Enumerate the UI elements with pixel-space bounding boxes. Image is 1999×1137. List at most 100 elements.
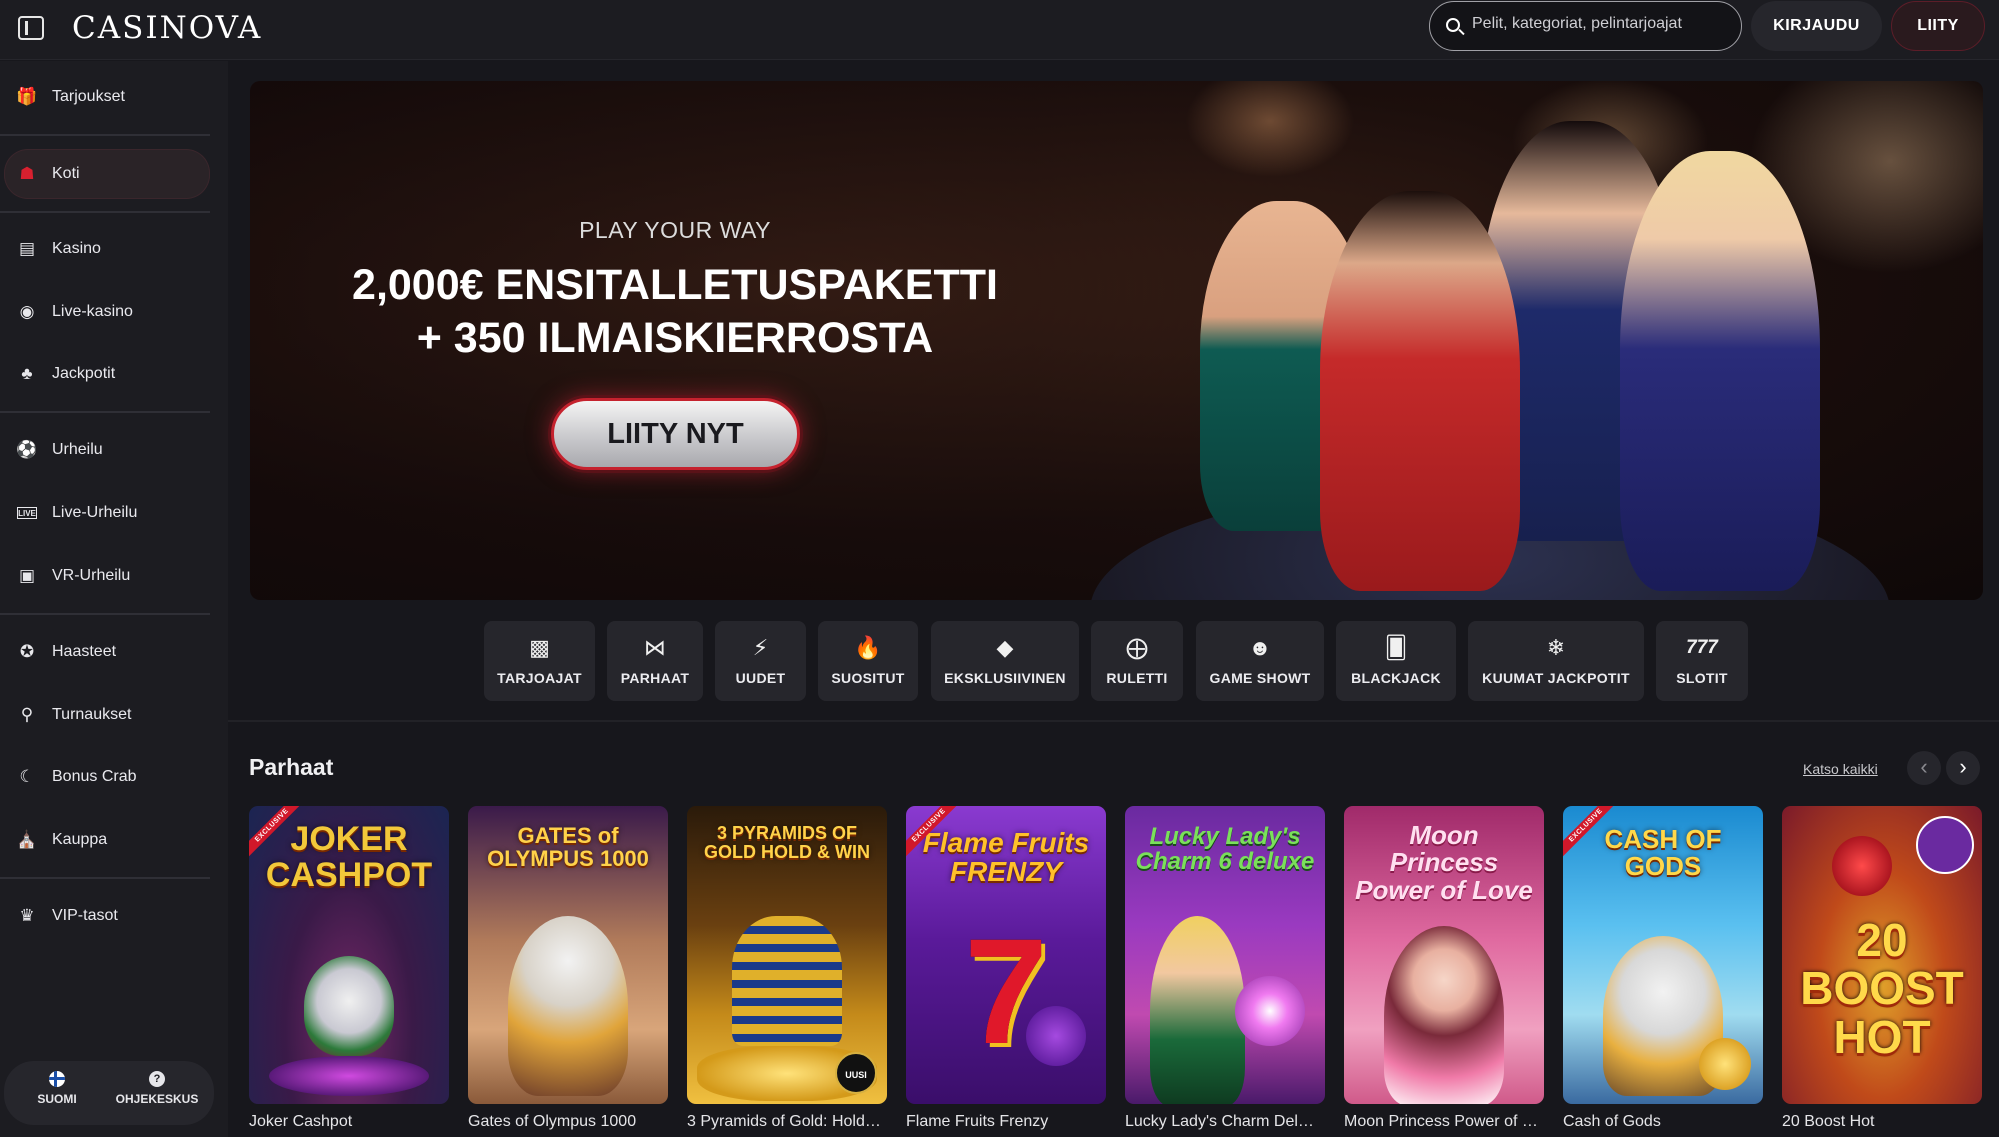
game-title[interactable]: Lucky Lady's Charm Del… (1125, 1113, 1325, 1131)
game-title[interactable]: Moon Princess Power of … (1344, 1113, 1544, 1131)
sidebar-toggle-icon[interactable] (18, 16, 44, 40)
game-tile-lucky-ladys-charm-deluxe[interactable]: Lucky Lady's Charm 6 deluxe (1125, 806, 1325, 1104)
game-logo: GATES of OLYMPUS 1000 (487, 823, 649, 872)
category-parhaat[interactable]: ⋈ PARHAAT (607, 621, 703, 701)
game-title[interactable]: 3 Pyramids of Gold: Hold… (687, 1113, 887, 1131)
game-tile-cash-of-gods[interactable]: CASH OF GODS EXCLUSIVE (1563, 806, 1763, 1104)
game-tile-3-pyramids-of-gold[interactable]: 3 PYRAMIDS OF GOLD HOLD & WIN UUSI (687, 806, 887, 1104)
sidebar-divider (0, 211, 210, 213)
game-tile-flame-fruits-frenzy[interactable]: Flame Fruits FRENZY 7 EXCLUSIVE (906, 806, 1106, 1104)
crab-claw-icon: ☾ (19, 767, 35, 786)
trophy-icon: ⚲ (20, 705, 34, 724)
carousel-next-button[interactable]: › (1946, 751, 1980, 785)
sidebar: 🎁 Tarjoukset ☗ Koti ▤ Kasino ◉ Live-kasi… (0, 61, 228, 1137)
game-tile-joker-cashpot[interactable]: JOKER CASHPOT EXCLUSIVE (249, 806, 449, 1104)
sidebar-divider (0, 613, 210, 615)
sidebar-item-bonus-crab[interactable]: ☾ Bonus Crab (0, 752, 212, 802)
search-input[interactable] (1472, 15, 1732, 33)
join-button[interactable]: LIITY (1891, 1, 1985, 51)
sidebar-item-live-kasino[interactable]: ◉ Live-kasino (0, 287, 212, 337)
bowtie-icon: ⋈ (644, 635, 666, 660)
category-label: BLACKJACK (1351, 670, 1441, 686)
sidebar-item-label: Koti (52, 165, 80, 182)
language-label: SUOMI (37, 1092, 77, 1106)
game-logo: Flame Fruits FRENZY (922, 827, 1090, 888)
live-tag-icon: LIVE (17, 507, 37, 519)
slot-machine-icon: ▤ (18, 239, 36, 258)
category-game-showt[interactable]: ☻ GAME SHOWT (1196, 621, 1324, 701)
category-ruletti[interactable]: ⨁ RULETTI (1091, 621, 1183, 701)
category-label: GAME SHOWT (1209, 670, 1311, 686)
help-label: OHJEKESKUS (115, 1092, 199, 1106)
cherries-illustration (1832, 836, 1892, 896)
carousel-prev-button[interactable]: ‹ (1907, 751, 1941, 785)
language-selector[interactable]: SUOMI (22, 1071, 92, 1106)
help-center-link[interactable]: ? OHJEKESKUS (112, 1071, 202, 1106)
sidebar-item-kauppa[interactable]: ⛪ Kauppa (0, 815, 212, 865)
search-box[interactable] (1429, 1, 1742, 51)
game-tile-20-boost-hot[interactable]: 20 BOOST HOT (1782, 806, 1982, 1104)
vr-icon: ▣ (18, 566, 36, 585)
sidebar-item-jackpotit[interactable]: ♣ Jackpotit (0, 349, 212, 399)
login-button[interactable]: KIRJAUDU (1751, 1, 1882, 51)
see-all-link[interactable]: Katso kaikki (1803, 761, 1878, 777)
category-slotit[interactable]: 777 SLOTIT (1656, 621, 1748, 701)
sidebar-item-vr-urheilu[interactable]: ▣ VR-Urheilu (0, 551, 212, 601)
hero-banner[interactable]: PLAY YOUR WAY 2,000€ ENSITALLETUSPAKETTI… (250, 81, 1983, 600)
category-eksklusiivinen[interactable]: ◆ EKSKLUSIIVINEN (931, 621, 1079, 701)
category-tarjoajat[interactable]: ▩ TARJOAJAT (484, 621, 595, 701)
sidebar-item-label: Kauppa (52, 831, 108, 848)
sidebar-item-label: Urheilu (52, 441, 103, 458)
category-uudet[interactable]: ⚡ UUDET (715, 621, 806, 701)
category-suositut[interactable]: 🔥 SUOSITUT (818, 621, 918, 701)
clover-icon: ♣ (21, 364, 33, 383)
sidebar-item-koti[interactable]: ☗ Koti (4, 149, 210, 199)
game-logo: Lucky Lady's Charm 6 deluxe (1135, 823, 1315, 876)
game-tile-moon-princess-power-of-love[interactable]: Moon Princess Power of Love (1344, 806, 1544, 1104)
game-title[interactable]: Flame Fruits Frenzy (906, 1113, 1106, 1131)
sidebar-item-vip-tasot[interactable]: ♛ VIP-tasot (0, 891, 212, 941)
sidebar-item-label: Live-Urheilu (52, 504, 138, 521)
buy-bonus-badge (1699, 1038, 1751, 1090)
game-logo: CASH OF GODS (1604, 824, 1722, 882)
medal-icon: ✪ (19, 642, 35, 661)
flame-icon: 🔥 (854, 635, 882, 660)
sidebar-item-label: Tarjoukset (52, 88, 125, 105)
sidebar-item-urheilu[interactable]: ⚽ Urheilu (0, 425, 212, 475)
cards-icon: 🂠 (1384, 635, 1408, 660)
sidebar-item-turnaukset[interactable]: ⚲ Turnaukset (0, 690, 212, 740)
game-title[interactable]: Cash of Gods (1563, 1113, 1763, 1131)
game-tile-gates-of-olympus-1000[interactable]: GATES of OLYMPUS 1000 (468, 806, 668, 1104)
hero-title-line1: 2,000€ ENSITALLETUSPAKETTI (352, 261, 998, 309)
category-label: UUDET (735, 670, 786, 686)
category-blackjack[interactable]: 🂠 BLACKJACK (1336, 621, 1456, 701)
join-now-button[interactable]: LIITY NYT (551, 398, 800, 470)
crystal-ball-illustration (1235, 976, 1305, 1046)
seven-icon: 777 (1686, 637, 1718, 658)
sidebar-item-label: Turnaukset (52, 706, 132, 723)
live-dealer-icon: ◉ (19, 302, 35, 321)
sidebar-item-kasino[interactable]: ▤ Kasino (0, 224, 212, 274)
sidebar-item-label: Live-kasino (52, 303, 133, 320)
game-title[interactable]: Gates of Olympus 1000 (468, 1113, 668, 1131)
game-title[interactable]: Joker Cashpot (249, 1113, 449, 1131)
mask-icon: ☻ (1248, 635, 1272, 660)
hero-title: 2,000€ ENSITALLETUSPAKETTI + 350 ILMAISK… (250, 259, 1100, 365)
sidebar-footer: SUOMI ? OHJEKESKUS (4, 1061, 214, 1125)
category-label: SUOSITUT (831, 670, 905, 686)
game-logo: 3 PYRAMIDS OF GOLD HOLD & WIN (704, 823, 870, 862)
football-icon: ⚽ (16, 440, 38, 459)
category-bar: ▩ TARJOAJAT ⋈ PARHAAT ⚡ UUDET 🔥 SUOSITUT… (228, 600, 1999, 720)
new-badge: UUSI (835, 1052, 877, 1094)
sidebar-item-tarjoukset[interactable]: 🎁 Tarjoukset (0, 72, 212, 122)
category-kuumat-jackpotit[interactable]: ❄ KUUMAT JACKPOTIT (1468, 621, 1644, 701)
game-pedestal (269, 1056, 429, 1096)
sidebar-item-label: VIP-tasot (52, 907, 118, 924)
sidebar-divider (0, 134, 210, 136)
site-logo[interactable]: CASINOVA (72, 10, 262, 46)
lightning-icon: ⚡ (752, 635, 769, 660)
sidebar-item-live-urheilu[interactable]: LIVE Live-Urheilu (0, 488, 212, 538)
sidebar-item-haasteet[interactable]: ✪ Haasteet (0, 627, 212, 677)
game-title[interactable]: 20 Boost Hot (1782, 1113, 1982, 1131)
princess-character-illustration (1384, 926, 1504, 1104)
